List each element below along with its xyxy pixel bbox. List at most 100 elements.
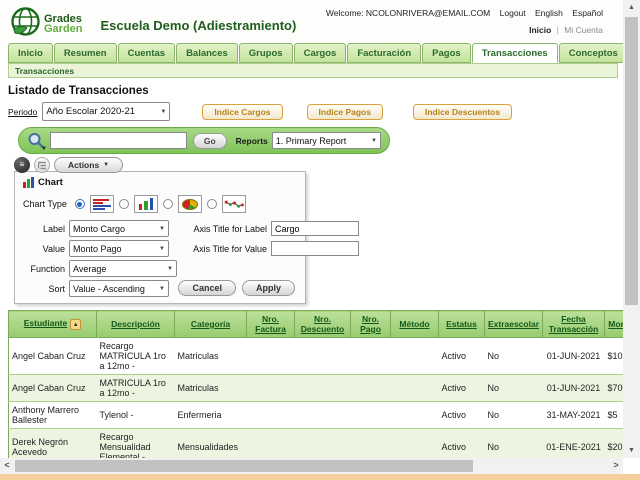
tab-pagos[interactable]: Pagos xyxy=(422,43,471,63)
column-header[interactable]: Fecha Transacción xyxy=(543,311,605,338)
menu-circle-button[interactable]: ≡ xyxy=(14,157,30,173)
radio-line[interactable] xyxy=(207,199,217,209)
chevron-down-icon: ▼ xyxy=(103,162,109,168)
table-cell: No xyxy=(485,429,543,459)
column-header[interactable]: Nro. Descuento xyxy=(295,311,351,338)
logo[interactable]: Grades Garden xyxy=(10,6,83,37)
table-cell xyxy=(351,375,391,402)
column-header[interactable]: Descripción xyxy=(97,311,175,338)
chart-label-select[interactable]: Monto Cargo ▼ xyxy=(69,220,169,237)
table-cell: 01-JUN-2021 xyxy=(543,338,605,375)
value-label: Value xyxy=(23,244,65,254)
mi-cuenta-link[interactable]: Mi Cuenta xyxy=(564,25,603,35)
axis-title-value-input[interactable] xyxy=(271,241,359,256)
tab-balances[interactable]: Balances xyxy=(176,43,238,63)
search-input[interactable] xyxy=(50,132,187,149)
cancel-button[interactable]: Cancel xyxy=(178,280,236,296)
tab-bar: InicioResumenCuentasBalancesGruposCargos… xyxy=(0,42,623,63)
column-header[interactable]: Categoría xyxy=(175,311,247,338)
chevron-down-icon: ▼ xyxy=(159,286,165,292)
table-cell xyxy=(295,375,351,402)
table-cell: Activo xyxy=(439,338,485,375)
column-header[interactable]: Estudiante▲ xyxy=(9,311,97,338)
tab-cuentas[interactable]: Cuentas xyxy=(118,43,175,63)
breadcrumb: Transacciones xyxy=(9,66,74,76)
radio-horizontal-bar[interactable] xyxy=(75,199,85,209)
search-options-caret-icon: ▼ xyxy=(41,146,47,152)
horizontal-scroll-thumb[interactable] xyxy=(15,460,473,472)
scroll-down-icon[interactable]: ▼ xyxy=(623,443,640,458)
indice-pagos-button[interactable]: Indice Pagos xyxy=(307,104,383,120)
table-cell xyxy=(295,429,351,459)
scroll-right-icon[interactable]: > xyxy=(609,458,623,474)
hierarchy-icon xyxy=(37,161,47,170)
indice-descuentos-button[interactable]: Indice Descuentos xyxy=(413,104,512,120)
radio-vertical-bar[interactable] xyxy=(119,199,129,209)
table-row[interactable]: Angel Caban CruzRecargo MATRICULA 1ro a … xyxy=(9,338,624,375)
radio-pie[interactable] xyxy=(163,199,173,209)
table-cell xyxy=(391,402,439,429)
flowchart-circle-button[interactable] xyxy=(34,157,50,173)
table-cell: Activo xyxy=(439,402,485,429)
line-chart-icon xyxy=(222,195,246,213)
scroll-up-icon[interactable]: ▲ xyxy=(623,0,640,15)
english-link[interactable]: English xyxy=(535,8,563,18)
column-header[interactable]: Nro. Pago xyxy=(351,311,391,338)
vertical-scrollbar[interactable]: ▲ ▼ xyxy=(623,0,640,458)
chart-value-select[interactable]: Monto Pago ▼ xyxy=(69,240,169,257)
transactions-table: Estudiante▲DescripciónCategoríaNro. Fact… xyxy=(8,310,623,458)
actions-button[interactable]: Actions ▼ xyxy=(54,157,123,173)
periodo-select[interactable]: Año Escolar 2020-21 ▼ xyxy=(42,102,170,121)
table-cell: $5 xyxy=(605,402,624,429)
chart-icon xyxy=(23,177,34,188)
table-cell: Activo xyxy=(439,429,485,459)
divider: | xyxy=(557,25,559,35)
tab-grupos[interactable]: Grupos xyxy=(239,43,293,63)
tab-facturación[interactable]: Facturación xyxy=(347,43,421,63)
tab-inicio[interactable]: Inicio xyxy=(8,43,53,63)
school-title: Escuela Demo (Adiestramiento) xyxy=(101,18,297,33)
brand-grades: Grades xyxy=(44,14,83,24)
apply-button[interactable]: Apply xyxy=(242,280,295,296)
table-cell xyxy=(247,429,295,459)
table-row[interactable]: Angel Caban CruzMATRICULA 1ro a 12mo -Ma… xyxy=(9,375,624,402)
tab-transacciones[interactable]: Transacciones xyxy=(472,43,558,63)
go-button[interactable]: Go xyxy=(193,133,227,149)
scroll-left-icon[interactable]: < xyxy=(0,458,14,474)
column-header[interactable]: Nro. Factura xyxy=(247,311,295,338)
column-header[interactable]: Método xyxy=(391,311,439,338)
tab-resumen[interactable]: Resumen xyxy=(54,43,117,63)
sort-select[interactable]: Value - Ascending ▼ xyxy=(69,280,169,297)
pie-chart-icon xyxy=(178,195,202,213)
table-cell: 01-ENE-2021 xyxy=(543,429,605,459)
reports-select[interactable]: 1. Primary Report ▼ xyxy=(272,132,381,149)
axis-title-label-input[interactable] xyxy=(271,221,359,236)
column-header[interactable]: Monto Cargo xyxy=(605,311,624,338)
column-header[interactable]: Extraescolar xyxy=(485,311,543,338)
logout-link[interactable]: Logout xyxy=(500,8,526,18)
search-bar: ▼ Go Reports 1. Primary Report ▼ xyxy=(18,127,390,154)
chart-value-value: Monto Pago xyxy=(73,244,122,254)
chart-panel: Chart Chart Type xyxy=(14,171,306,304)
vertical-scroll-thumb[interactable] xyxy=(625,17,638,305)
inicio-link[interactable]: Inicio xyxy=(529,25,551,35)
function-select[interactable]: Average ▼ xyxy=(69,260,177,277)
table-cell: Angel Caban Cruz xyxy=(9,338,97,375)
table-row[interactable]: Derek Negrón AcevedoRecargo Mensualidad … xyxy=(9,429,624,459)
table-cell xyxy=(351,429,391,459)
axis-title-value-label: Axis Title for Value xyxy=(175,244,267,254)
reports-label: Reports xyxy=(236,136,268,146)
search-icon[interactable]: ▼ xyxy=(27,132,45,150)
espanol-link[interactable]: Español xyxy=(572,8,603,18)
table-cell: Recargo Mensualidad Elemental - xyxy=(97,429,175,459)
table-row[interactable]: Anthony Marrero BallesterTylenol -Enferm… xyxy=(9,402,624,429)
table-cell xyxy=(391,338,439,375)
tab-conceptos[interactable]: Conceptos xyxy=(559,43,623,63)
periodo-link[interactable]: Periodo xyxy=(8,107,37,117)
column-header[interactable]: Estatus xyxy=(439,311,485,338)
indice-cargos-button[interactable]: Indice Cargos xyxy=(202,104,282,120)
table-cell xyxy=(391,429,439,459)
tab-cargos[interactable]: Cargos xyxy=(294,43,347,63)
sort-ascending-icon[interactable]: ▲ xyxy=(70,319,81,330)
horizontal-scrollbar[interactable]: < > xyxy=(0,458,623,474)
